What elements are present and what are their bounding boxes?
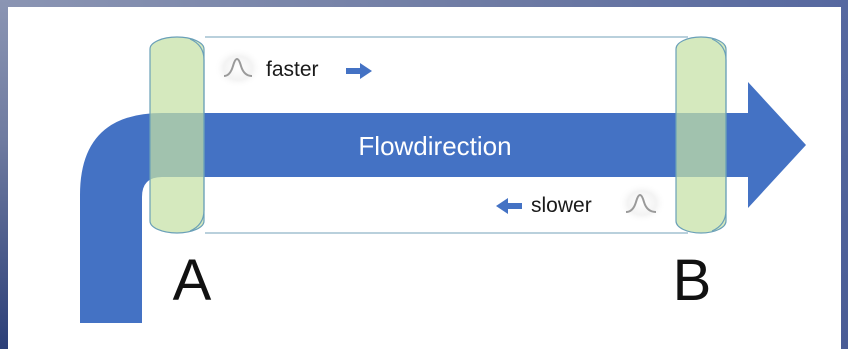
slower-label: slower <box>531 194 592 217</box>
wave-pulse-icon <box>618 183 666 223</box>
faster-indicator: faster <box>214 48 372 88</box>
transducer-b <box>675 36 727 234</box>
slower-indicator: slower <box>496 183 666 223</box>
transducer-a <box>149 36 205 234</box>
flow-diagram: Flowdirection faster slower A B <box>80 36 806 323</box>
point-a-label: A <box>173 248 212 313</box>
left-arrow-icon <box>496 198 522 214</box>
flow-direction-label: Flowdirection <box>358 131 511 161</box>
point-b-label: B <box>673 248 712 313</box>
right-arrow-icon <box>346 63 372 79</box>
wave-pulse-icon <box>214 48 262 88</box>
diagram-canvas: Flowdirection faster slower A B <box>0 0 848 349</box>
faster-label: faster <box>266 58 319 81</box>
